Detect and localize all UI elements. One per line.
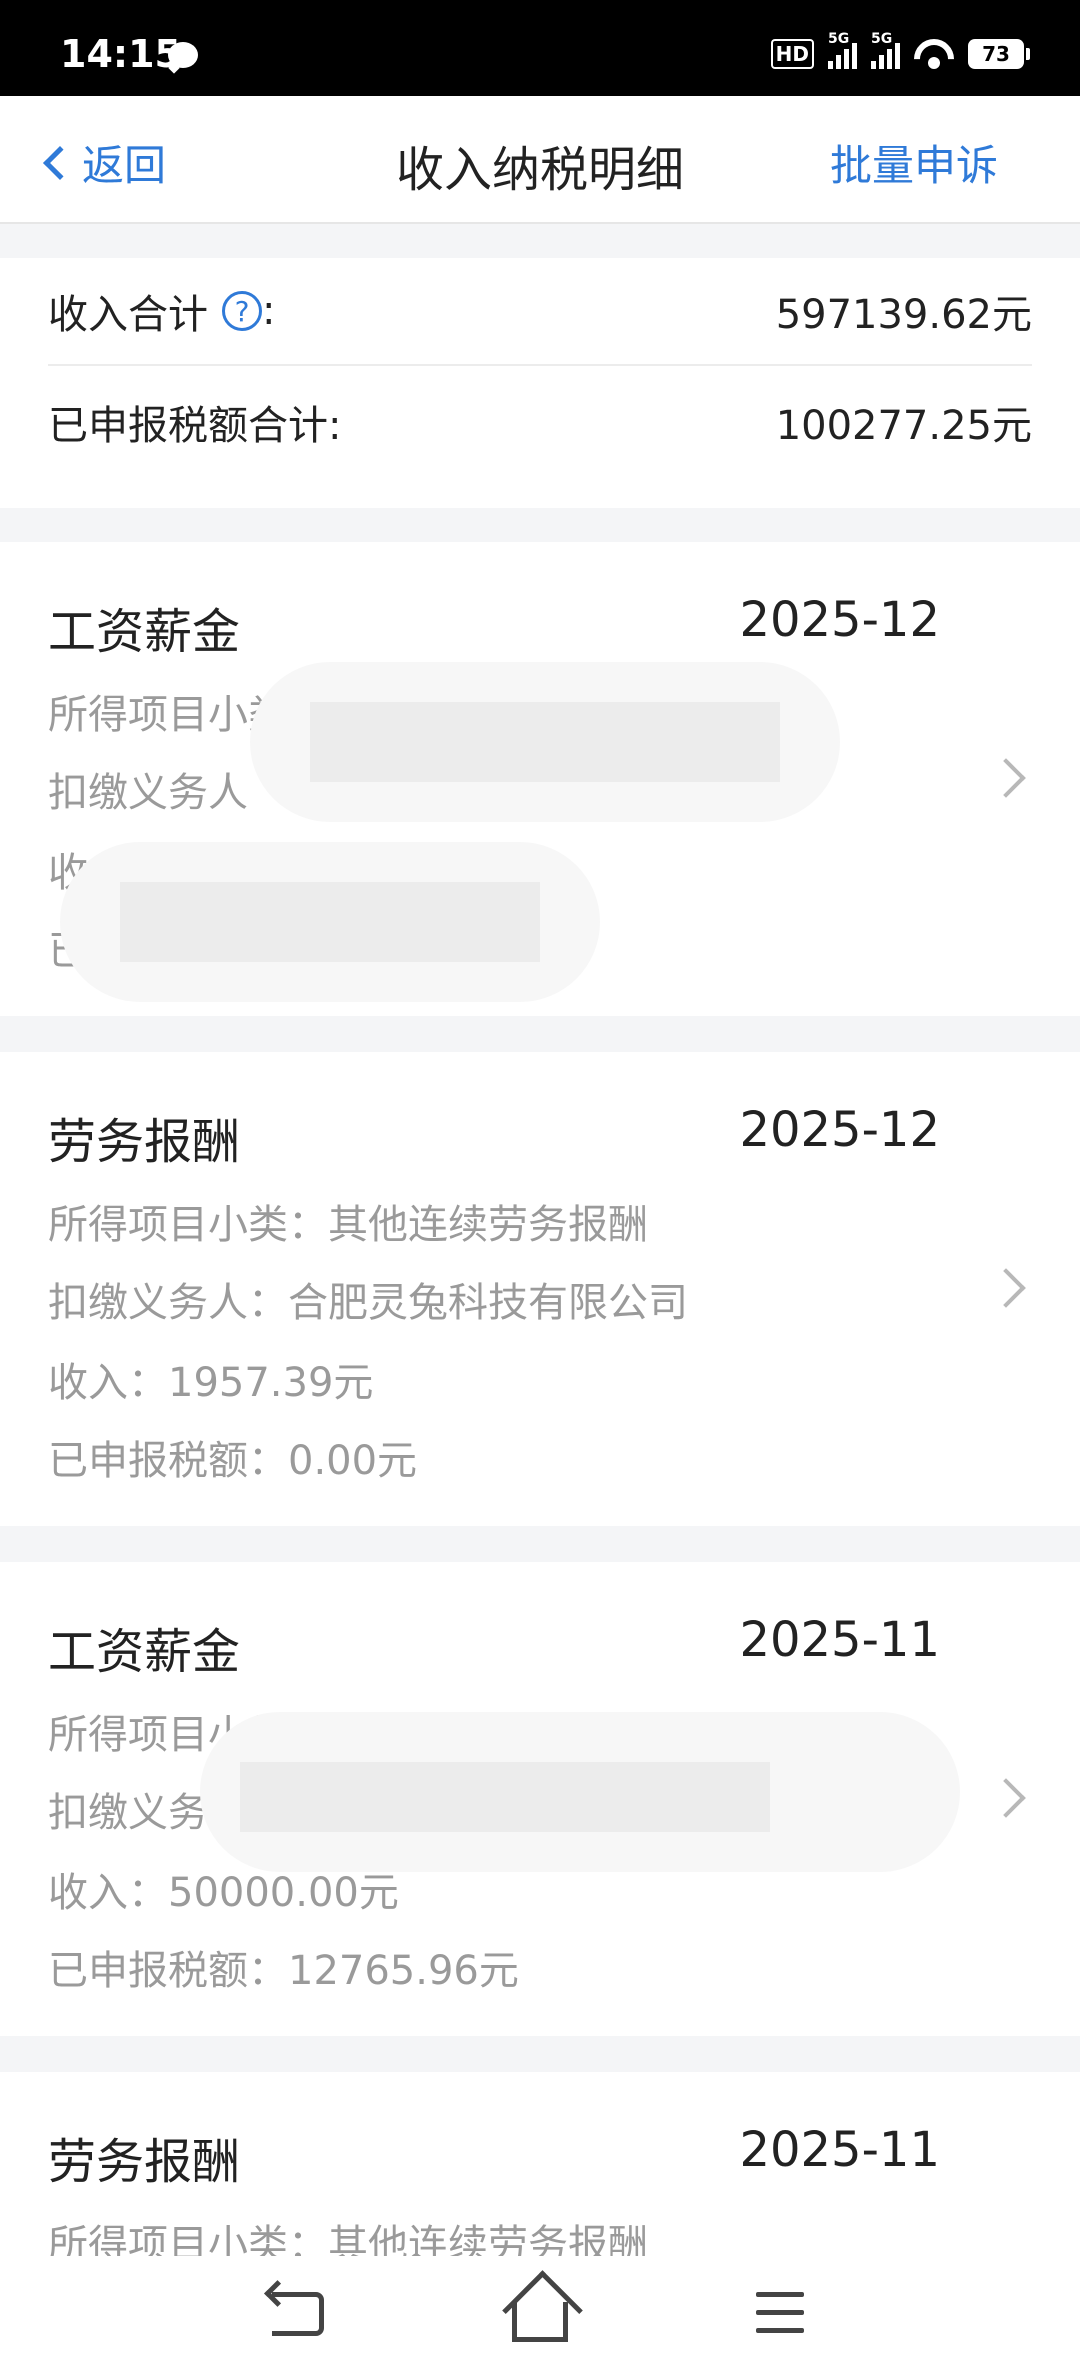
back-icon[interactable] bbox=[272, 2292, 324, 2336]
record-payer: 扣缴义务人：合肥灵兔科技有限公司 bbox=[48, 1280, 688, 1326]
record-card[interactable]: 工资薪金 2025-12 所得项目小类：正常工资 扣缴义务人 收入：50000.… bbox=[0, 542, 1080, 1016]
record-payer: 扣缴义务人 bbox=[48, 770, 248, 816]
summary-card: 收入合计 ? : 597139.62元 已申报税额合计: 100277.25元 bbox=[0, 258, 1080, 508]
record-type: 工资薪金 bbox=[48, 1624, 241, 1680]
record-date: 2025-12 bbox=[739, 592, 940, 648]
record-income: 收入：1957.39元 bbox=[48, 1360, 374, 1406]
record-tax: 已申报税额：0.00元 bbox=[48, 1438, 418, 1484]
income-total-value: 597139.62元 bbox=[775, 292, 1032, 338]
battery-icon: 73 bbox=[968, 39, 1030, 69]
income-total-colon: : bbox=[262, 288, 276, 334]
tax-total-value: 100277.25元 bbox=[775, 403, 1032, 449]
tax-total-label: 已申报税额合计: bbox=[48, 403, 342, 449]
record-subcategory: 所得项目小类：其他连续劳务报酬 bbox=[48, 1202, 648, 1248]
status-bar: 14:15 HD 5G 5G 73 bbox=[0, 0, 1080, 96]
status-time: 14:15 bbox=[60, 32, 181, 76]
hd-icon: HD bbox=[770, 39, 814, 69]
chat-notification-icon bbox=[168, 42, 198, 68]
record-card[interactable]: 劳务报酬 2025-11 所得项目小类：其他连续劳务报酬 bbox=[0, 2072, 1080, 2256]
record-type: 劳务报酬 bbox=[48, 1114, 241, 1170]
chevron-right-icon bbox=[986, 1778, 1026, 1818]
record-type: 劳务报酬 bbox=[48, 2134, 241, 2190]
chevron-right-icon bbox=[986, 758, 1026, 798]
tax-total-row: 已申报税额合计: 100277.25元 bbox=[48, 368, 1032, 476]
record-date: 2025-12 bbox=[739, 1102, 940, 1158]
status-indicators: HD 5G 5G 73 bbox=[770, 31, 1030, 72]
record-card[interactable]: 劳务报酬 2025-12 所得项目小类：其他连续劳务报酬 扣缴义务人：合肥灵兔科… bbox=[0, 1052, 1080, 1526]
home-icon[interactable] bbox=[512, 2302, 568, 2342]
record-type: 工资薪金 bbox=[48, 604, 241, 660]
signal-icon: 5G bbox=[828, 31, 857, 69]
privacy-mask bbox=[250, 662, 840, 822]
income-total-label: 收入合计 bbox=[48, 292, 208, 338]
help-icon[interactable]: ? bbox=[222, 291, 262, 331]
privacy-mask bbox=[200, 1712, 960, 1872]
chevron-right-icon bbox=[986, 1268, 1026, 1308]
batch-appeal-button[interactable]: 批量申诉 bbox=[830, 132, 998, 193]
privacy-mask bbox=[60, 842, 600, 1002]
record-payer: 扣缴义务 bbox=[48, 1790, 208, 1836]
income-total-row: 收入合计 ? : 597139.62元 bbox=[48, 258, 1032, 366]
record-date: 2025-11 bbox=[739, 2122, 940, 2178]
record-card[interactable]: 工资薪金 2025-11 所得项目小类：正常工资薪金 扣缴义务 收入：50000… bbox=[0, 1562, 1080, 2036]
record-tax: 已申报税额：12765.96元 bbox=[48, 1948, 519, 1994]
record-date: 2025-11 bbox=[739, 1612, 940, 1668]
nav-bar: 返回 收入纳税明细 批量申诉 bbox=[0, 96, 1080, 224]
signal-icon-2: 5G bbox=[871, 31, 900, 69]
wifi-icon bbox=[914, 39, 954, 69]
menu-icon[interactable] bbox=[756, 2292, 804, 2336]
system-nav-bar bbox=[0, 2256, 1080, 2376]
record-subcategory: 所得项目小类：其他连续劳务报酬 bbox=[48, 2222, 648, 2256]
